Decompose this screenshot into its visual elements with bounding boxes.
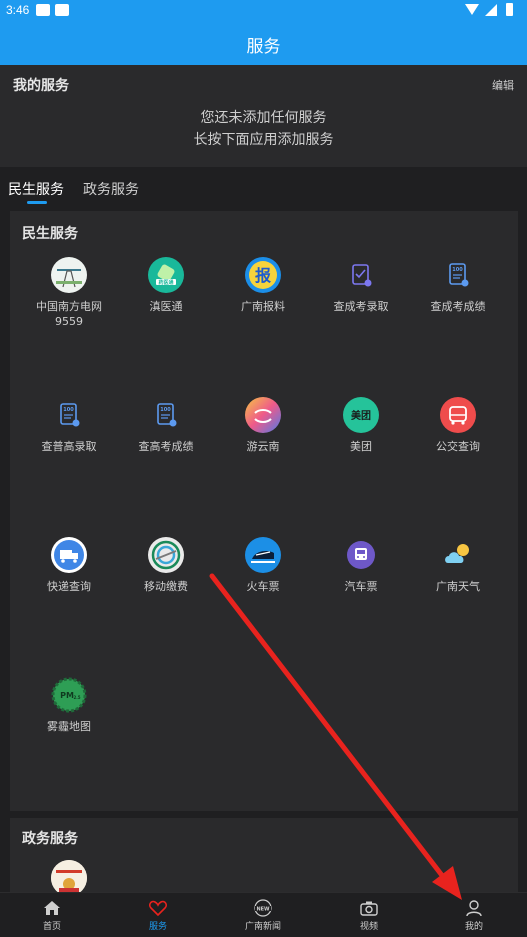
travel-yunnan-icon (245, 397, 281, 433)
heart-icon (128, 899, 188, 917)
service-item-label: 广南天气 (436, 580, 480, 593)
service-item-label: 中国南方电网 9559 (36, 300, 102, 328)
profile-icon (444, 899, 504, 917)
bottom-navigation: 首页 服务 NEW 广南新闻 视频 我的 (0, 892, 527, 937)
bus-icon (440, 397, 476, 433)
status-time: 3:46 (6, 3, 30, 17)
svg-text:100: 100 (452, 267, 463, 273)
nav-news[interactable]: NEW 广南新闻 (233, 899, 293, 932)
nav-profile[interactable]: 我的 (444, 899, 504, 932)
service-item[interactable]: 报广南报料 (214, 257, 312, 314)
service-item-label: 滇医通 (149, 300, 183, 313)
svg-text:报: 报 (255, 266, 271, 285)
svg-text:100: 100 (160, 407, 171, 413)
nav-services-label: 服务 (148, 922, 167, 932)
app-bar: 服务 (0, 22, 527, 65)
service-item[interactable]: 移动缴费 (117, 537, 215, 594)
service-item-label: 公交查询 (436, 440, 480, 453)
svg-text:美团: 美团 (351, 409, 371, 422)
train-icon (245, 537, 281, 573)
my-services-title: 我的服务 (13, 78, 69, 94)
battery-icon (506, 3, 513, 16)
tab-government[interactable]: 政务服务 (83, 179, 139, 199)
tab-indicator (27, 201, 47, 204)
service-item[interactable]: 美团 美团 (312, 397, 410, 454)
weather-icon (440, 537, 476, 573)
service-item-label: 汽车票 (344, 580, 378, 593)
svg-text:PM: PM (60, 691, 74, 700)
svg-text:NEW: NEW (256, 907, 270, 913)
service-item-label: 游云南 (246, 440, 280, 453)
service-item[interactable]: 火车票 (214, 537, 312, 594)
service-item-label: 移动缴费 (144, 580, 188, 593)
government-title: 政务服务 (22, 831, 78, 847)
service-item[interactable]: PM 2.5 雾霾地图 (20, 677, 118, 734)
nav-home-label: 首页 (42, 922, 61, 932)
nav-services[interactable]: 服务 (128, 899, 188, 932)
camera-icon (339, 899, 399, 917)
edit-button[interactable]: 编辑 (492, 77, 514, 93)
service-item[interactable]: 100 查成考成绩 (409, 257, 507, 314)
nav-video-label: 视频 (359, 922, 378, 932)
service-item-label: 查高考成绩 (138, 440, 194, 453)
meituan-icon: 美团 (343, 397, 379, 433)
notification-icon (36, 4, 50, 16)
delivery-truck-icon (51, 537, 87, 573)
coach-bus-icon (343, 537, 379, 573)
service-item-label: 查成考录取 (333, 300, 389, 313)
service-tabs: 民生服务 政务服务 (0, 172, 527, 204)
service-item[interactable]: 药医通 滇医通 (117, 257, 215, 314)
wifi-icon (465, 4, 479, 15)
service-item[interactable]: 游云南 (214, 397, 312, 454)
service-item[interactable]: 100 查普高录取 (20, 397, 118, 454)
service-item-label: 火车票 (246, 580, 280, 593)
service-item-label: 美团 (350, 440, 372, 453)
service-item[interactable]: 汽车票 (312, 537, 410, 594)
service-item-label: 快递查询 (47, 580, 91, 593)
service-item-label: 广南报料 (241, 300, 285, 313)
nav-profile-label: 我的 (464, 922, 483, 932)
services-screen: 3:46 服务 我的服务 编辑 您还未添加任何服务 长按下面应用添加服务 民生服… (0, 0, 527, 937)
home-icon (22, 899, 82, 917)
service-item[interactable]: 广南天气 (409, 537, 507, 594)
nav-news-label: 广南新闻 (244, 922, 281, 932)
status-bar: 3:46 (0, 0, 527, 22)
nav-home[interactable]: 首页 (22, 899, 82, 932)
empty-hint-line2: 长按下面应用添加服务 (193, 132, 334, 148)
report-icon: 报 (245, 257, 281, 293)
svg-text:药医通: 药医通 (158, 279, 173, 286)
score-card-icon: 100 (51, 397, 87, 433)
tab-livelihood[interactable]: 民生服务 (8, 179, 64, 199)
service-item[interactable]: 快递查询 (20, 537, 118, 594)
china-mobile-icon (148, 537, 184, 573)
empty-hint-line1: 您还未添加任何服务 (200, 110, 327, 126)
service-item-label: 查普高录取 (41, 440, 97, 453)
government-services-panel: 政务服务 (10, 818, 518, 892)
page-title: 服务 (246, 37, 281, 57)
service-item[interactable]: 中国南方电网 9559 (20, 257, 118, 329)
livelihood-title: 民生服务 (22, 226, 78, 242)
service-item[interactable]: 查成考录取 (312, 257, 410, 314)
service-item[interactable]: 100 查高考成绩 (117, 397, 215, 454)
pm25-icon: PM 2.5 (51, 677, 87, 713)
admission-clipboard-icon (343, 257, 379, 293)
service-item-label: 查成考成绩 (430, 300, 486, 313)
livelihood-services-panel: 民生服务 中国南方电网 9559 药医通 滇医通报广南报料 查成考录取 100 查成考成绩… (10, 211, 518, 811)
government-service-icon[interactable] (51, 860, 87, 892)
signal-icon (485, 4, 497, 16)
service-item[interactable]: 公交查询 (409, 397, 507, 454)
power-grid-icon (51, 257, 87, 293)
svg-text:2.5: 2.5 (73, 695, 80, 700)
medical-app-icon: 药医通 (148, 257, 184, 293)
my-services-section: 我的服务 编辑 您还未添加任何服务 长按下面应用添加服务 (0, 65, 527, 167)
news-icon: NEW (233, 899, 293, 917)
service-item-label: 雾霾地图 (47, 720, 91, 733)
notification-info-icon (55, 4, 69, 16)
nav-video[interactable]: 视频 (339, 899, 399, 932)
score-card-icon: 100 (148, 397, 184, 433)
svg-text:100: 100 (63, 407, 74, 413)
score-card-icon: 100 (440, 257, 476, 293)
